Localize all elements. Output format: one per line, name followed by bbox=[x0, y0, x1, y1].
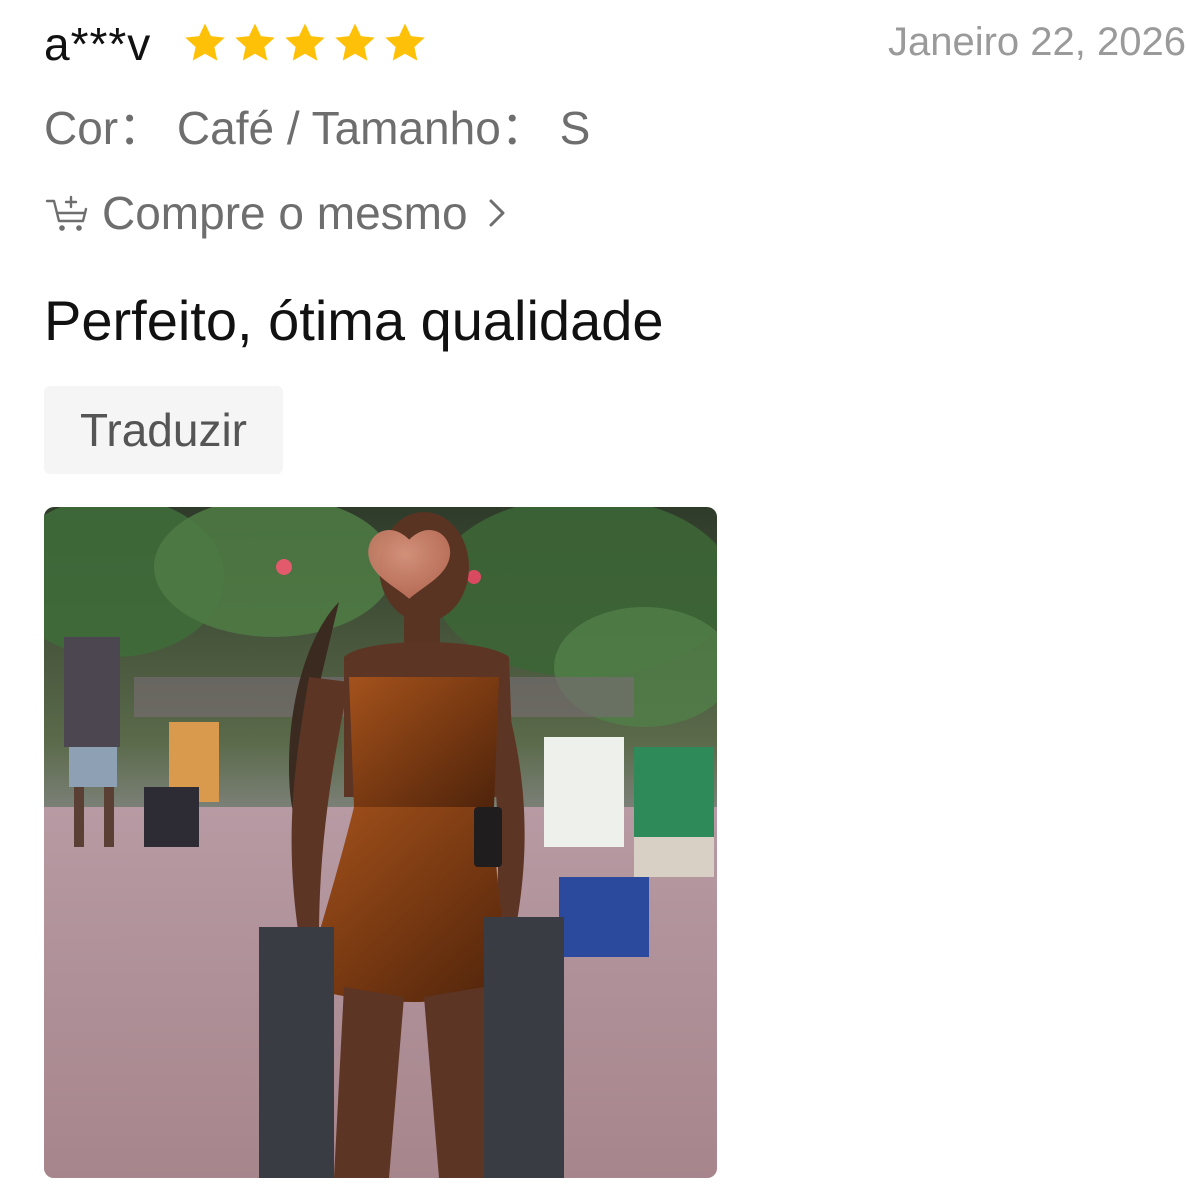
reviewer-name: a***v bbox=[44, 18, 152, 70]
review-card: a***v Janeiro 22, 2026 Cor： Café / Taman… bbox=[0, 0, 1186, 1200]
chevron-right-icon bbox=[489, 199, 505, 227]
star-icon bbox=[235, 23, 275, 61]
review-text: Perfeito, ótima qualidade bbox=[44, 289, 664, 352]
star-icon bbox=[335, 23, 375, 61]
cart-plus-icon bbox=[45, 195, 88, 231]
star-icon bbox=[185, 23, 225, 61]
review-date: Janeiro 22, 2026 bbox=[887, 20, 1186, 64]
translate-button[interactable]: Traduzir bbox=[44, 386, 283, 474]
star-icon bbox=[385, 23, 425, 61]
buy-same-link[interactable]: Compre o mesmo bbox=[44, 183, 510, 243]
product-variant: Cor： Café / Tamanho： S bbox=[44, 102, 591, 154]
star-icon bbox=[285, 23, 325, 61]
star-rating bbox=[182, 20, 428, 66]
review-photo[interactable] bbox=[44, 507, 717, 1178]
buy-same-label: Compre o mesmo bbox=[102, 187, 468, 239]
